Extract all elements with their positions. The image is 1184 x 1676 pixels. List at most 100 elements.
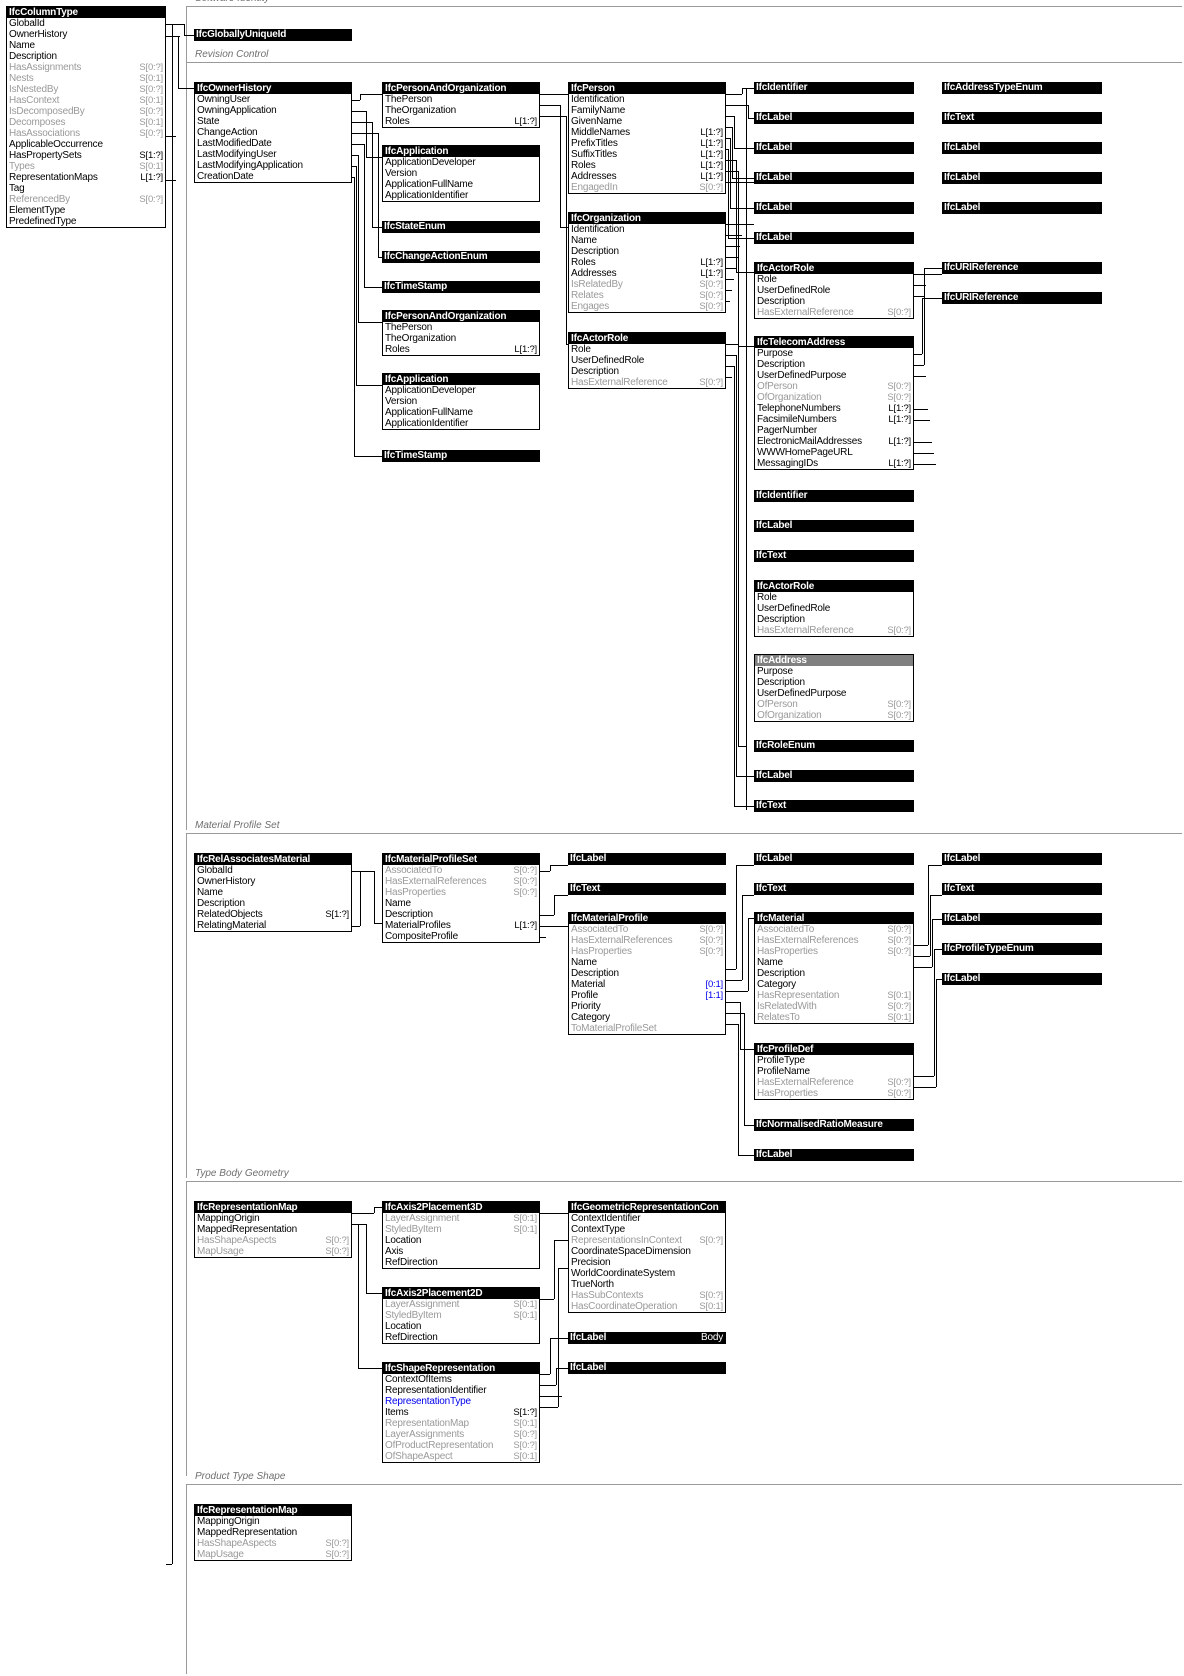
attribute-name: ApplicationIdentifier — [385, 190, 469, 201]
attribute-name: Purpose — [757, 348, 793, 359]
attribute-row: RepresentationIdentifier — [383, 1385, 539, 1396]
type-bar-t-profiletypeenum: IfcProfileTypeEnum — [942, 943, 1102, 955]
type-label: IfcText — [756, 550, 787, 561]
entity-title: IfcPersonAndOrganization — [383, 83, 539, 94]
attribute-row: LayerAssignment S[0:1] — [383, 1299, 539, 1310]
type-label: IfcLabel — [944, 142, 981, 153]
connector-line — [372, 227, 382, 228]
attribute-row: MessagingIDs L[1:?] — [755, 458, 913, 469]
attribute-name: ApplicationDeveloper — [385, 157, 476, 168]
attribute-row: Description — [383, 909, 539, 920]
connector-line — [736, 865, 754, 866]
type-label: IfcRoleEnum — [756, 740, 815, 751]
attribute-cardinality: S[0:?] — [887, 392, 911, 403]
attribute-name: LayerAssignment — [385, 1299, 460, 1310]
attribute-row: RelatesTo S[0:1] — [755, 1012, 913, 1023]
attribute-name: Addresses — [571, 268, 617, 279]
connector-line — [728, 238, 754, 239]
connector-line — [914, 442, 932, 443]
attribute-name: HasShapeAspects — [197, 1235, 277, 1246]
attribute-name: Category — [757, 979, 796, 990]
attribute-name: RepresentationType — [385, 1396, 471, 1407]
connector-line — [354, 456, 382, 457]
attribute-row: MapUsage S[0:?] — [195, 1246, 351, 1257]
connector-line — [914, 420, 930, 421]
connector-line — [928, 274, 942, 275]
attribute-row: Description — [755, 296, 913, 307]
attribute-name: PrefixTitles — [571, 138, 618, 149]
attribute-list: Role UserDefinedRole Description HasExterna… — [755, 592, 913, 636]
connector-line — [556, 1368, 557, 1385]
attribute-row: ContextOfItems — [383, 1374, 539, 1385]
attribute-row: Role — [755, 592, 913, 603]
entity-box-ifcapplication-1: IfcApplication ApplicationDeveloper Versio… — [382, 145, 540, 202]
attribute-row: Description — [755, 359, 913, 370]
entity-box-ifcownerhistory: IfcOwnerHistory OwningUser OwningApplicati… — [194, 82, 352, 183]
attribute-name: UserDefinedRole — [571, 355, 645, 366]
attribute-name: Location — [385, 1321, 422, 1332]
attribute-cardinality: S[0:1] — [513, 1224, 537, 1235]
attribute-row: LastModifyingApplication — [195, 160, 351, 171]
attribute-cardinality: S[0:1] — [139, 161, 163, 172]
connector-line — [172, 24, 173, 1564]
connector-line — [560, 105, 561, 227]
attribute-name: Version — [385, 396, 417, 407]
connector-line — [366, 111, 367, 157]
attribute-row: RelatingMaterial — [195, 920, 351, 931]
attribute-row: LastModifiedDate — [195, 138, 351, 149]
connector-line — [726, 377, 732, 378]
attribute-row: IsDecomposedBy S[0:?] — [7, 106, 165, 117]
attribute-name: PredefinedType — [9, 216, 77, 227]
root-entity-box: IfcColumnType GlobalId OwnerHistory Name Des… — [6, 6, 166, 228]
attribute-name: Purpose — [757, 666, 793, 677]
connector-line — [372, 122, 373, 227]
attribute-name: WWWHomePageURL — [757, 447, 853, 458]
attribute-row: AssociatedTo S[0:?] — [383, 865, 539, 876]
type-bar-t-label-8: IfcLabel — [942, 202, 1102, 214]
group-label: Product Type Shape — [192, 1471, 289, 1482]
attribute-row: MaterialProfiles L[1:?] — [383, 920, 539, 931]
attribute-cardinality: [1:1] — [705, 990, 724, 1001]
attribute-row: ChangeAction — [195, 127, 351, 138]
type-bar-t-urireference-2: IfcURIReference — [942, 292, 1102, 304]
entity-box-ifcaddress: IfcAddress Purpose Description UserDefinedP… — [754, 654, 914, 722]
attribute-name: HasAssociations — [9, 128, 80, 139]
attribute-list: Identification Name Description Roles L[1:?]… — [569, 224, 725, 312]
connector-line — [566, 116, 567, 344]
attribute-row: Name — [569, 235, 725, 246]
type-bar-t-label-17: IfcLabel — [568, 1362, 726, 1374]
group-spine — [186, 834, 187, 1178]
attribute-row: Description — [755, 677, 913, 688]
attribute-name: OfPerson — [757, 381, 798, 392]
entity-box-ifcmaterial: IfcMaterial AssociatedTo S[0:?] HasExternal… — [754, 912, 914, 1024]
entity-title: IfcActorRole — [569, 333, 725, 344]
attribute-name: ProfileName — [757, 1066, 810, 1077]
attribute-row: ApplicationFullName — [383, 407, 539, 418]
attribute-row: Name — [195, 887, 351, 898]
connector-line — [726, 224, 744, 225]
connector-line — [928, 865, 929, 945]
attribute-cardinality: S[0:1] — [513, 1310, 537, 1321]
connector-line — [184, 24, 185, 35]
connector-line — [934, 949, 942, 950]
attribute-cardinality: S[0:?] — [699, 1290, 723, 1301]
attribute-cardinality: S[0:1] — [513, 1299, 537, 1310]
attribute-name: CompositeProfile — [385, 931, 458, 942]
attribute-cardinality: S[1:?] — [325, 909, 349, 920]
connector-line — [928, 865, 942, 866]
attribute-row: ApplicationFullName — [383, 179, 539, 190]
type-label: IfcLabel — [756, 232, 793, 243]
attribute-list: GlobalId OwnerHistory Name Description Relat… — [195, 865, 351, 931]
type-bar-t-label-14: IfcLabel — [942, 913, 1102, 925]
connector-line — [734, 148, 754, 149]
attribute-name: PagerNumber — [757, 425, 818, 436]
attribute-name: HasSubContexts — [571, 1290, 644, 1301]
attribute-name: ApplicationDeveloper — [385, 385, 476, 396]
connector-line — [914, 296, 924, 297]
attribute-name: ReferencedBy — [9, 194, 70, 205]
connector-line — [726, 1024, 738, 1025]
attribute-cardinality: S[0:?] — [887, 381, 911, 392]
attribute-row: Description — [755, 968, 913, 979]
attribute-cardinality: L[1:?] — [888, 414, 911, 425]
attribute-row: Purpose — [755, 666, 913, 677]
